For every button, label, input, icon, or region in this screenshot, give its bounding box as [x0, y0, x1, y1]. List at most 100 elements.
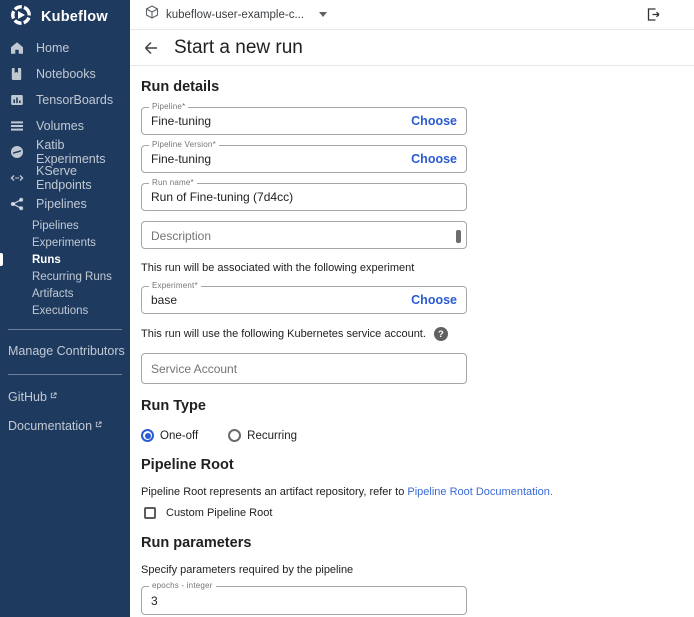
- pipeline-version-field-label: Pipeline Version*: [149, 140, 219, 149]
- kubeflow-logo[interactable]: Kubeflow: [0, 0, 130, 28]
- home-icon: [10, 41, 24, 55]
- run-name-field-value: Run of Fine-tuning (7d4cc): [151, 190, 293, 204]
- run-name-field-label: Run name*: [149, 178, 197, 187]
- github-label: GitHub: [8, 390, 47, 404]
- external-link-icon: [50, 388, 57, 402]
- subnav-item-runs[interactable]: Runs: [0, 251, 130, 268]
- experiment-note: This run will be associated with the fol…: [141, 262, 694, 274]
- subnav-item-experiments[interactable]: Experiments: [0, 234, 130, 251]
- sidebar-nav: Home Notebooks TensorBoards Volumes: [0, 35, 130, 319]
- namespace-selector[interactable]: kubeflow-user-example-c...: [145, 5, 327, 24]
- sidebar-item-label: TensorBoards: [36, 93, 113, 107]
- app-window: Kubeflow Home Notebooks TensorBoards: [0, 0, 694, 617]
- sidebar-item-pipelines[interactable]: Pipelines: [0, 191, 130, 217]
- chevron-down-icon: [319, 12, 327, 17]
- sidebar-item-label: Notebooks: [36, 67, 96, 81]
- experiment-choose-button[interactable]: Choose: [411, 293, 457, 307]
- namespace-label: kubeflow-user-example-c...: [166, 9, 304, 21]
- run-name-field[interactable]: Run name* Run of Fine-tuning (7d4cc): [141, 183, 467, 211]
- pipeline-root-description-text: Pipeline Root represents an artifact rep…: [141, 486, 407, 498]
- service-account-placeholder: Service Account: [151, 362, 237, 376]
- sidebar-item-tensorboards[interactable]: TensorBoards: [0, 87, 130, 113]
- textarea-resize-handle[interactable]: [456, 230, 461, 243]
- custom-pipeline-root-checkbox[interactable]: [144, 507, 156, 519]
- recurring-label: Recurring: [247, 430, 297, 442]
- sidebar-divider: [8, 374, 122, 375]
- github-link[interactable]: GitHub: [0, 390, 130, 404]
- custom-pipeline-root-label: Custom Pipeline Root: [166, 507, 272, 519]
- subnav-item-executions[interactable]: Executions: [0, 302, 130, 319]
- volumes-icon: [10, 119, 24, 133]
- description-field[interactable]: Description: [141, 221, 467, 249]
- namespace-cube-icon: [145, 5, 159, 24]
- pipeline-choose-button[interactable]: Choose: [411, 114, 457, 128]
- subnav-label: Experiments: [32, 237, 96, 249]
- back-button[interactable]: [143, 40, 159, 56]
- documentation-label: Documentation: [8, 419, 92, 433]
- pipeline-root-heading: Pipeline Root: [141, 457, 694, 473]
- one-off-radio[interactable]: [141, 429, 154, 442]
- external-link-icon: [95, 417, 102, 431]
- sidebar: Kubeflow Home Notebooks TensorBoards: [0, 0, 130, 617]
- documentation-link[interactable]: Documentation: [0, 419, 130, 433]
- experiment-field-value: base: [151, 293, 177, 307]
- sidebar-item-label: Pipelines: [36, 197, 87, 211]
- logout-button[interactable]: [646, 7, 661, 22]
- kserve-icon: [10, 171, 24, 185]
- sidebar-item-katib-experiments[interactable]: Katib Experiments: [0, 139, 130, 165]
- pipelines-icon: [10, 197, 24, 211]
- subnav-label: Executions: [32, 305, 88, 317]
- sidebar-item-home[interactable]: Home: [0, 35, 130, 61]
- topbar: kubeflow-user-example-c...: [130, 0, 694, 30]
- manage-contributors-link[interactable]: Manage Contributors: [0, 338, 130, 364]
- experiment-field-label: Experiment*: [149, 281, 201, 290]
- epochs-param-field[interactable]: epochs - integer 3: [141, 586, 467, 615]
- recurring-radio[interactable]: [228, 429, 241, 442]
- run-type-heading: Run Type: [141, 398, 694, 414]
- logo-text: Kubeflow: [41, 9, 108, 25]
- service-account-field[interactable]: Service Account: [141, 353, 467, 384]
- pipeline-version-field-value: Fine-tuning: [151, 152, 211, 166]
- run-form: Run details Pipeline* Fine-tuning Choose…: [130, 66, 694, 617]
- subnav-item-artifacts[interactable]: Artifacts: [0, 285, 130, 302]
- pipeline-field-value: Fine-tuning: [151, 114, 211, 128]
- epochs-param-value: 3: [151, 594, 158, 608]
- service-account-note-text: This run will use the following Kubernet…: [141, 328, 426, 340]
- service-account-note: This run will use the following Kubernet…: [141, 327, 694, 341]
- experiment-field[interactable]: Experiment* base Choose: [141, 286, 467, 314]
- subnav-item-pipelines[interactable]: Pipelines: [0, 217, 130, 234]
- logout-icon: [646, 7, 661, 22]
- pipeline-root-doc-link[interactable]: Pipeline Root Documentation.: [407, 486, 553, 498]
- sidebar-item-notebooks[interactable]: Notebooks: [0, 61, 130, 87]
- manage-contributors-label: Manage Contributors: [8, 344, 125, 358]
- sidebar-item-kserve-endpoints[interactable]: KServe Endpoints: [0, 165, 130, 191]
- tensorboards-icon: [10, 93, 24, 107]
- pipeline-version-choose-button[interactable]: Choose: [411, 152, 457, 166]
- notebooks-icon: [10, 67, 24, 81]
- sidebar-item-volumes[interactable]: Volumes: [0, 113, 130, 139]
- sidebar-item-label: KServe Endpoints: [36, 164, 130, 192]
- pipeline-version-field[interactable]: Pipeline Version* Fine-tuning Choose: [141, 145, 467, 173]
- sidebar-item-label: Katib Experiments: [36, 138, 130, 166]
- run-parameters-heading: Run parameters: [141, 535, 694, 551]
- help-icon[interactable]: ?: [434, 327, 448, 341]
- subnav-label: Runs: [32, 254, 61, 266]
- run-type-options: One-off Recurring: [141, 429, 694, 442]
- page-header: Start a new run: [130, 30, 694, 66]
- subnav-label: Recurring Runs: [32, 271, 112, 283]
- run-parameters-note: Specify parameters required by the pipel…: [141, 564, 694, 576]
- subnav-label: Artifacts: [32, 288, 74, 300]
- subnav-label: Pipelines: [32, 220, 79, 232]
- one-off-label: One-off: [160, 430, 198, 442]
- pipeline-field[interactable]: Pipeline* Fine-tuning Choose: [141, 107, 467, 135]
- subnav-item-recurring-runs[interactable]: Recurring Runs: [0, 268, 130, 285]
- main-area: kubeflow-user-example-c... Start a new r…: [130, 0, 694, 617]
- katib-icon: [10, 145, 24, 159]
- pipeline-root-description: Pipeline Root represents an artifact rep…: [141, 486, 694, 498]
- pipeline-field-label: Pipeline*: [149, 102, 188, 111]
- pipelines-subnav: Pipelines Experiments Runs Recurring Run…: [0, 217, 130, 319]
- custom-pipeline-root-row: Custom Pipeline Root: [141, 507, 694, 519]
- back-arrow-icon: [143, 40, 159, 56]
- page-title: Start a new run: [174, 37, 303, 59]
- epochs-param-label: epochs - integer: [149, 581, 216, 590]
